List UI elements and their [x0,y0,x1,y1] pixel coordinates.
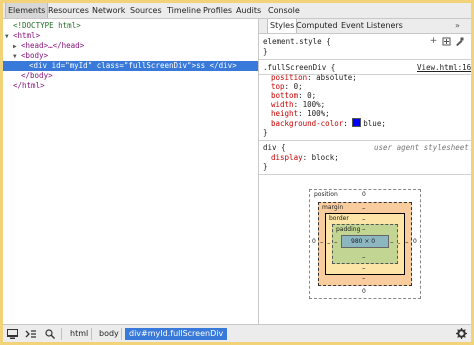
content-size: 980 × 0 [351,238,376,245]
padding-bottom-value[interactable]: – [362,253,366,261]
element-style-selector[interactable]: element.style { [263,37,331,46]
dom-node-body-close[interactable]: </body> [21,71,53,81]
css-property[interactable]: height: 100%; [271,109,330,118]
box-model-padding: padding – – – – 980 × 0 [332,224,398,264]
tab-sources[interactable]: Sources [130,3,162,18]
tab-audits[interactable]: Audits [236,3,261,18]
divider [121,328,122,340]
div-close-tag: </div> [209,61,237,70]
border-label: border [329,215,349,222]
color-swatch-icon[interactable] [352,118,362,127]
border-bottom-value[interactable]: – [362,264,366,272]
padding-left-value[interactable]: – [334,238,338,246]
dom-node-div-selected[interactable]: <div id="myId" class="fullScreenDiv">ss … [3,61,258,71]
body-open-tag: <body> [21,51,49,60]
dom-node-html[interactable]: ▼ <html> [5,31,40,41]
div-open-tag: <div [29,61,52,70]
rule-selector[interactable]: .fullScreenDiv { [263,63,335,72]
tab-styles[interactable]: Styles [267,19,298,33]
tab-profiles[interactable]: Profiles [203,3,232,18]
head-tag: <head>…</head> [21,41,85,50]
box-model-position: position 0 0 0 0 margin – – – – border –… [309,189,421,299]
dom-node-html-close[interactable]: </html> [13,81,45,91]
divider [61,328,62,340]
toggle-state-icon[interactable] [442,37,451,46]
dom-node-head[interactable]: ▶ <head>…</head> [13,41,84,51]
search-icon[interactable] [45,329,56,339]
margin-label: margin [322,204,344,211]
div-class-attr: class [96,61,120,70]
breadcrumb-html[interactable]: html [70,328,88,340]
rule-fullscreendiv: .fullScreenDiv { View.html:16 position: … [259,59,471,141]
margin-top-value[interactable]: – [362,204,366,212]
css-property[interactable]: top: 0; [271,82,303,91]
margin-bottom-value[interactable]: – [362,274,366,282]
rule-div-user-agent: div { user agent stylesheet display: blo… [259,140,471,175]
rule-source-label: user agent stylesheet [374,143,469,152]
tab-console[interactable]: Console [268,3,300,18]
tab-resources[interactable]: Resources [48,3,89,18]
div-class-value: "fullScreenDiv" [123,61,192,70]
div-id-attr: id [51,61,61,70]
tab-timeline[interactable]: Timeline [167,3,201,18]
dom-doctype[interactable]: <!DOCTYPE html> [13,21,81,31]
padding-right-value[interactable]: – [390,238,394,246]
css-property: display: block; [271,153,339,162]
div-id-value: "myId" [65,61,93,70]
border-left-value[interactable]: – [327,239,331,247]
tab-elements[interactable]: Elements [5,3,49,18]
html-close-tag: </html> [13,81,45,90]
border-top-value[interactable]: – [362,215,366,223]
css-property[interactable]: width: 100%; [271,100,325,109]
tab-event-listeners[interactable]: Event Listeners [341,19,403,33]
html-open-tag: <html> [13,31,41,40]
box-model-margin: margin – – – – border – – – – padding – … [318,202,412,286]
expand-triangle-icon[interactable]: ▼ [5,32,13,42]
css-property[interactable]: bottom: 0; [271,91,316,100]
doctype-text: <!DOCTYPE html> [13,21,81,30]
body-close-tag: </body> [21,71,53,80]
rule-close: } [263,128,268,137]
console-drawer-icon[interactable] [25,329,36,339]
position-top-value[interactable]: 0 [362,191,366,198]
divider [91,328,92,340]
rule-close: } [263,162,268,171]
position-right-value[interactable]: 0 [413,238,417,245]
div-text: ss [196,61,206,70]
main-tab-bar: Elements Resources Network Sources Timel… [3,3,471,19]
position-left-value[interactable]: 0 [312,238,316,245]
devtools-window: Elements Resources Network Sources Timel… [3,3,471,342]
gear-icon[interactable] [456,328,467,339]
box-model-border: border – – – – padding – – – – 980 × 0 [325,213,405,275]
more-tabs-icon[interactable]: » [455,19,460,33]
margin-right-value[interactable]: – [405,238,409,246]
breadcrumb-div-selected[interactable]: div#myId.fullScreenDiv [125,328,228,340]
padding-label: padding [336,226,361,233]
padding-top-value[interactable]: – [362,225,366,233]
styles-sidebar: Styles Computed Event Listeners » elemen… [259,19,471,324]
dom-tree-panel: <!DOCTYPE html> ▼ <html> ▶ <head>…</head> … [3,19,259,324]
css-property[interactable]: background-color: blue; [271,118,386,128]
dom-node-body[interactable]: ▼ <body> [13,51,48,61]
tab-computed[interactable]: Computed [296,19,338,33]
tab-network[interactable]: Network [92,3,125,18]
position-label: position [314,191,338,198]
breadcrumb-body[interactable]: body [99,328,119,340]
add-rule-icon[interactable]: + [429,37,438,46]
sidebar-tab-bar: Styles Computed Event Listeners » [259,19,471,34]
css-property[interactable]: position: absolute; [271,73,357,82]
color-format-icon[interactable] [455,37,464,46]
rule-selector: div { [263,143,286,152]
margin-left-value[interactable]: – [320,238,324,246]
box-model-content[interactable]: 980 × 0 [341,235,389,248]
element-style-close: } [263,47,268,56]
rule-source-link[interactable]: View.html:16 [417,63,471,72]
dock-icon[interactable] [7,329,18,339]
bottom-status-bar: html body div#myId.fullScreenDiv [3,324,471,342]
position-bottom-value[interactable]: 0 [362,288,366,295]
